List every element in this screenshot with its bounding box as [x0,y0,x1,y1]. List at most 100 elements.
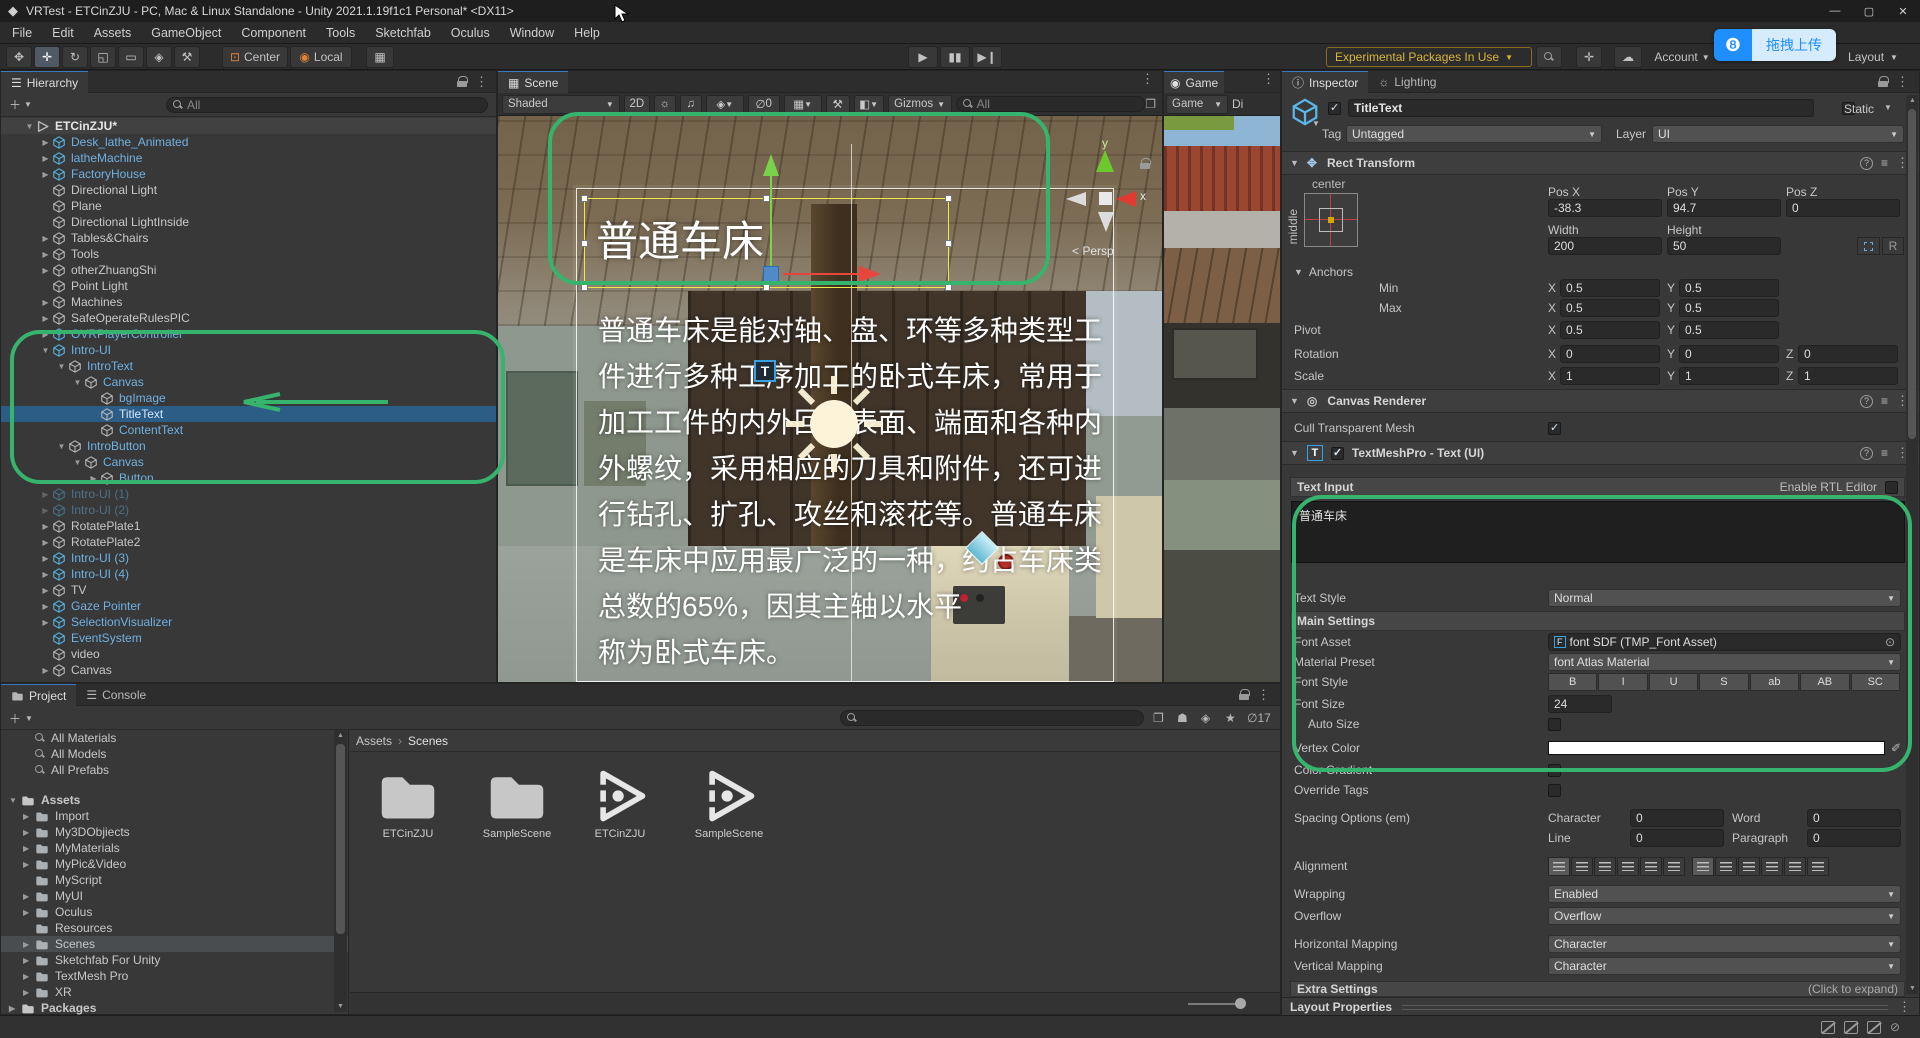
scene-camera-dropdown[interactable]: ◧ ▼ [854,95,884,114]
resize-handle[interactable] [581,195,588,202]
open-in-new-icon[interactable]: ❐ [1153,711,1164,725]
main-settings-bar[interactable]: Main Settings [1290,611,1905,631]
hierarchy-row[interactable]: Intro-UI (3) [1,550,496,566]
maximize-button[interactable]: ▢ [1852,0,1886,22]
hierarchy-row[interactable]: latheMachine [1,150,496,166]
hierarchy-row[interactable]: Button [1,470,496,486]
resize-handle[interactable] [581,240,588,247]
hierarchy-row[interactable]: EventSystem [1,630,496,646]
hierarchy-row[interactable]: otherZhuangShi [1,262,496,278]
hierarchy-row[interactable]: Gaze Pointer [1,598,496,614]
expand-arrow-icon[interactable] [39,586,52,595]
search-icon[interactable] [1536,46,1562,68]
shading-mode-dropdown[interactable]: Shaded▼ [502,95,620,114]
project-tree-row[interactable]: XR [1,984,348,1000]
scene-visibility-icon[interactable]: ∅0 [748,95,780,114]
hierarchy-row[interactable]: RotatePlate2 [1,534,496,550]
object-picker-icon[interactable]: ⊙ [1885,635,1895,649]
foldout-arrow[interactable]: ▼ [1290,158,1299,168]
horizontal-mapping-dropdown[interactable]: Character▼ [1548,935,1901,953]
asset-item[interactable]: SampleScene [691,766,767,840]
minimize-button[interactable]: — [1818,0,1852,22]
gizmo-x-arrowhead[interactable] [859,266,881,282]
hierarchy-row[interactable]: SelectionVisualizer [1,614,496,630]
hierarchy-row[interactable]: Machines [1,294,496,310]
panel-menu-icon[interactable]: ⋮ [475,74,488,90]
align-baseline-button[interactable] [1761,857,1783,876]
grid-snap-icon[interactable]: ▦ [366,46,394,68]
static-flags-caret[interactable]: ▼ [1884,103,1892,112]
expand-arrow-icon[interactable] [71,458,84,467]
hierarchy-row[interactable]: FactoryHouse [1,166,496,182]
rotation-y-field[interactable]: 0 [1679,345,1779,363]
scale-tool-icon[interactable]: ◱ [90,46,116,68]
font-style-button[interactable]: B [1548,673,1597,691]
experimental-packages-warning[interactable]: Experimental Packages In Use▼ [1326,47,1532,67]
gizmo-center-handle[interactable] [763,266,779,282]
tab-lighting[interactable]: ☼Lighting [1368,71,1446,93]
expand-arrow-icon[interactable] [23,860,35,869]
move-tool-icon[interactable]: ✛ [34,46,60,68]
text-style-dropdown[interactable]: Normal▼ [1548,589,1901,607]
hierarchy-row[interactable]: Tools [1,246,496,262]
rect-tool-icon[interactable]: ▭ [118,46,144,68]
scene-audio-icon[interactable]: ♫ [680,95,702,114]
expand-arrow-icon[interactable] [39,602,52,611]
blueprint-mode-button[interactable] [1857,237,1880,255]
activity-check-icon[interactable]: ⊘ [1890,1020,1900,1034]
project-search-input[interactable] [840,710,1144,726]
icon-picker-caret[interactable]: ▼ [1312,119,1320,128]
help-icon[interactable]: ? [1860,447,1873,460]
tab-game[interactable]: ◉Game [1164,71,1224,93]
panel-menu-icon[interactable]: ⋮ [1262,71,1275,92]
anchor-max-y-field[interactable]: 0.5 [1679,299,1779,317]
scroll-up-arrow[interactable]: ▲ [1909,97,1916,104]
rotation-x-field[interactable]: 0 [1560,345,1660,363]
breadcrumb-current[interactable]: Scenes [408,734,448,748]
text-input-section-bar[interactable]: Text Input Enable RTL Editor [1290,477,1905,497]
extra-settings-bar[interactable]: Extra Settings(Click to expand) [1290,981,1905,997]
component-tools-icon[interactable]: ⚒ [826,95,850,114]
scene-viewport[interactable]: 普通车床 普通车床是能对轴、盘、环等多种类型工件进行多种工序加工的卧式车床，常用… [498,116,1162,682]
scene-lighting-icon[interactable]: ☼ [654,95,676,114]
panel-menu-icon[interactable]: ⋮ [1257,687,1270,703]
vertex-color-swatch[interactable] [1548,741,1885,755]
hierarchy-row[interactable]: Intro-UI [1,342,496,358]
expand-arrow-icon[interactable] [23,908,35,917]
hierarchy-row[interactable]: Canvas [1,454,496,470]
expand-arrow-icon[interactable] [39,298,52,307]
color-gradient-checkbox[interactable] [1548,764,1561,777]
hierarchy-row[interactable]: Canvas [1,662,496,678]
font-style-button[interactable]: S [1699,673,1748,691]
orientation-gizmo[interactable]: y x < Persp [1058,136,1162,266]
create-add-caret[interactable]: ▼ [24,100,32,109]
hierarchy-row[interactable]: Intro-UI (4) [1,566,496,582]
resize-handle[interactable] [581,284,588,291]
hierarchy-row[interactable]: IntroButton [1,438,496,454]
project-tree-row[interactable]: My3DObjiects [1,824,348,840]
axis-y-cone[interactable] [1096,150,1114,172]
hierarchy-row[interactable]: RotatePlate1 [1,518,496,534]
axis-neg-y-cone[interactable] [1098,212,1114,232]
character-spacing-field[interactable]: 0 [1630,809,1724,827]
layout-dropdown[interactable]: Layout▼ [1830,46,1916,68]
canvas-renderer-header[interactable]: ▼ ◎ Canvas Renderer ?≡⋮ [1282,389,1919,413]
pos-x-field[interactable]: -38.3 [1548,199,1662,217]
height-field[interactable]: 50 [1667,237,1781,255]
hierarchy-row[interactable]: ContentText [1,422,496,438]
menu-item[interactable]: Help [574,26,600,40]
hierarchy-row[interactable]: IntroText [1,358,496,374]
text-input-textarea[interactable]: 普通车床 [1291,501,1905,563]
expand-arrow-icon[interactable] [23,940,35,949]
foldout-arrow[interactable]: ▼ [1290,448,1299,458]
pivot-x-field[interactable]: 0.5 [1560,321,1660,339]
project-tree-row[interactable]: TextMesh Pro [1,968,348,984]
expand-arrow-icon[interactable] [39,506,52,515]
menu-item[interactable]: Tools [326,26,355,40]
font-style-button[interactable]: AB [1800,673,1849,691]
anchors-foldout[interactable]: ▼ [1294,267,1303,277]
maximize-view-icon[interactable]: ❐ [1145,97,1156,111]
word-spacing-field[interactable]: 0 [1807,809,1901,827]
tag-dropdown[interactable]: Untagged▼ [1346,125,1602,143]
expand-arrow-icon[interactable] [23,988,35,997]
